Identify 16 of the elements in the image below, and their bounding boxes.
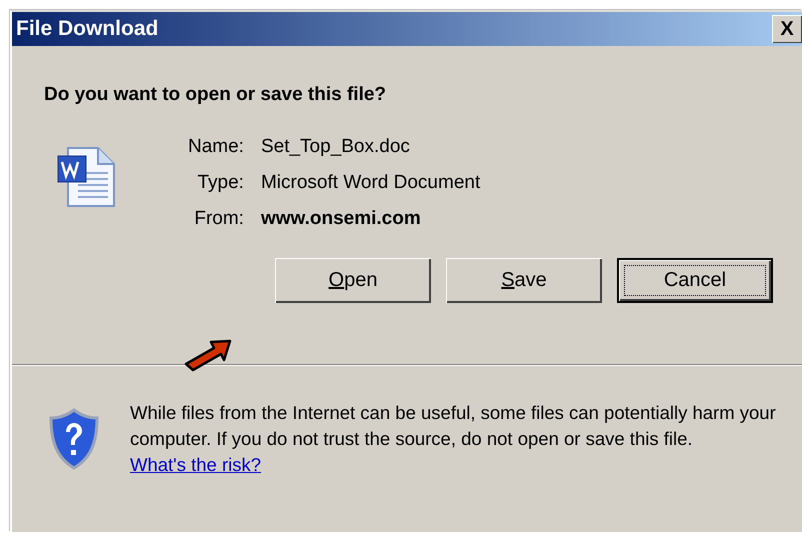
risk-link[interactable]: What's the risk? — [130, 454, 262, 475]
shield-question-icon — [48, 408, 100, 470]
info-value: Microsoft Word Document — [260, 172, 480, 194]
close-button[interactable]: X — [772, 15, 802, 43]
dialog-button[interactable]: Open — [275, 258, 431, 303]
word-document-icon — [56, 146, 118, 208]
info-label: From: — [193, 208, 244, 230]
info-value: Set_Top_Box.doc — [260, 136, 411, 158]
info-value: www.onsemi.com — [260, 208, 422, 230]
info-label: Type: — [196, 172, 244, 194]
warning-text: While files from the Internet can be useful, some files can potentially harm your computer. If you do not trust the source, do not open or save this file. What's the risk? — [130, 401, 777, 477]
question-text: Do you want to open or save this file? — [44, 84, 388, 106]
window-title: File Download — [16, 17, 158, 41]
info-label: Name: — [188, 136, 244, 158]
dialog-button[interactable]: Cancel — [617, 258, 773, 303]
dialog-button[interactable]: Save — [446, 258, 602, 303]
